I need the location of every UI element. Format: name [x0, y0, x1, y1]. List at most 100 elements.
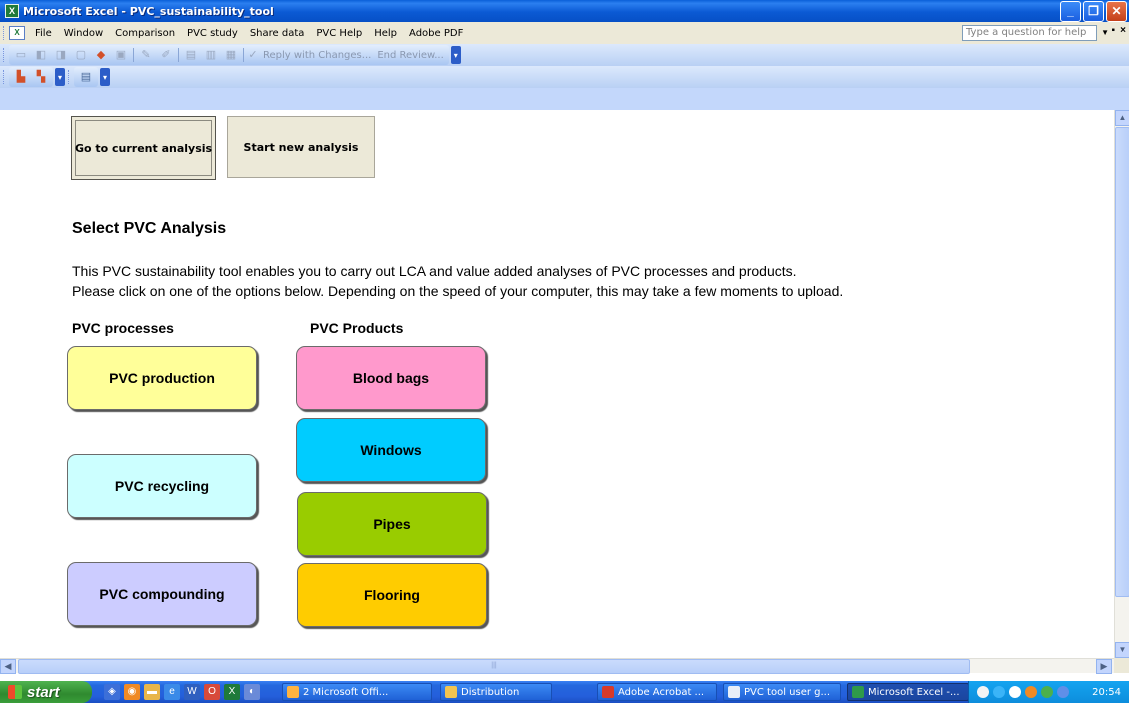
page-title: Select PVC Analysis [72, 220, 227, 237]
vertical-scroll-thumb[interactable] [1115, 127, 1129, 597]
excel-icon[interactable]: X [5, 4, 19, 18]
doc-restore-icon[interactable]: ▪ [1111, 25, 1115, 36]
internet-explorer-icon[interactable]: e [164, 684, 180, 700]
chevron-down-icon[interactable]: ▼ [1101, 28, 1109, 37]
print-icon[interactable]: ▦ [223, 47, 239, 63]
taskbar-item-distribution[interactable]: Distribution [440, 683, 552, 701]
go-to-current-analysis-button[interactable]: Go to current analysis [71, 116, 216, 180]
start-new-analysis-button[interactable]: Start new analysis [227, 116, 375, 178]
system-tray: 20:54 [968, 681, 1129, 703]
folder-icon [445, 686, 457, 698]
desktop-icon[interactable]: ◈ [104, 684, 120, 700]
security-icon[interactable] [1025, 686, 1037, 698]
firefox-icon[interactable]: ◉ [124, 684, 140, 700]
excel-quicklaunch-icon[interactable]: X [224, 684, 240, 700]
start-button[interactable]: start [0, 681, 92, 703]
grip-handle[interactable] [68, 70, 71, 84]
office-icon [287, 686, 299, 698]
window-title: Microsoft Excel - PVC_sustainability_too… [23, 4, 274, 18]
toolbar-area [0, 88, 1129, 110]
taskbar-item-office[interactable]: 2 Microsoft Offi... [282, 683, 432, 701]
windows-button[interactable]: Windows [296, 418, 486, 482]
next-comment-icon[interactable]: ◨ [53, 47, 69, 63]
scroll-right-icon[interactable]: ▶ [1096, 659, 1112, 674]
show-all-icon[interactable]: ▣ [113, 47, 129, 63]
reply-icon: ✓ [248, 49, 258, 61]
acrobat-icon [602, 686, 614, 698]
scroll-left-icon[interactable]: ◀ [0, 659, 16, 674]
horizontal-scrollbar[interactable]: ◀ ||| ▶ [0, 658, 1114, 674]
taskbar-item-acrobat[interactable]: Adobe Acrobat ... [597, 683, 717, 701]
outlook-icon[interactable]: O [204, 684, 220, 700]
menu-share-data[interactable]: Share data [244, 28, 311, 39]
close-button[interactable]: ✕ [1106, 0, 1127, 22]
show-comment-icon[interactable]: ◆ [93, 47, 109, 63]
vertical-scrollbar[interactable]: ▲ ▼ [1114, 110, 1129, 658]
grip-handle[interactable] [3, 26, 6, 40]
task-label: Distribution [461, 686, 520, 698]
pdf-email-icon[interactable]: ▚ [33, 69, 49, 85]
grip-handle[interactable] [3, 48, 6, 62]
pvc-production-button[interactable]: PVC production [67, 346, 257, 410]
minimize-button[interactable]: _ [1060, 0, 1081, 22]
network-icon[interactable] [993, 686, 1005, 698]
toolbar-group: ▭ ◧ ◨ ▢ ◆ ▣ ✎ ✐ ▤ ▥ ▦ ✓ Reply with Chang… [9, 45, 449, 65]
grip-handle[interactable] [3, 70, 6, 84]
worksheet: Go to current analysis Start new analysi… [0, 110, 1114, 658]
menu-pvc-study[interactable]: PVC study [181, 28, 244, 39]
toolbar-options-icon[interactable]: ▾ [100, 68, 110, 86]
document-icon[interactable]: X [9, 26, 25, 40]
volume-icon[interactable] [1009, 686, 1021, 698]
scroll-down-icon[interactable]: ▼ [1115, 642, 1129, 658]
pvc-recycling-button[interactable]: PVC recycling [67, 454, 257, 518]
word-doc-icon [728, 686, 740, 698]
folder-icon[interactable]: ▬ [144, 684, 160, 700]
toolbar-options-icon[interactable]: ▾ [55, 68, 65, 86]
comment-icon[interactable]: ▭ [13, 47, 29, 63]
media-icon[interactable]: ◐ [244, 684, 260, 700]
chevron-left-icon[interactable] [977, 686, 989, 698]
menu-bar: X File Window Comparison PVC study Share… [0, 22, 1129, 44]
delete-ink-icon[interactable]: ✐ [158, 47, 174, 63]
reply-with-changes-button[interactable]: Reply with Changes... [260, 50, 374, 61]
flooring-button[interactable]: Flooring [297, 563, 487, 627]
doc-close-icon[interactable]: × [1120, 25, 1126, 36]
delete-comment-icon[interactable]: ▤ [183, 47, 199, 63]
taskbar-item-pvc-tool[interactable]: PVC tool user g... [723, 683, 841, 701]
menu-window[interactable]: Window [58, 28, 109, 39]
task-label: PVC tool user g... [744, 686, 831, 698]
pvc-compounding-button[interactable]: PVC compounding [67, 562, 257, 626]
menu-pvc-help[interactable]: PVC Help [310, 28, 368, 39]
scroll-up-icon[interactable]: ▲ [1115, 110, 1129, 126]
task-label: Adobe Acrobat ... [618, 686, 705, 698]
update-icon[interactable] [1041, 686, 1053, 698]
toolbar-options-icon[interactable]: ▾ [450, 46, 461, 64]
print-preview-icon[interactable]: ▤ [78, 69, 94, 85]
display-icon[interactable] [1057, 686, 1069, 698]
menu-comparison[interactable]: Comparison [109, 28, 181, 39]
excel-icon [852, 686, 864, 698]
title-bar: X Microsoft Excel - PVC_sustainability_t… [0, 0, 1129, 22]
track-changes-icon[interactable]: ▥ [203, 47, 219, 63]
convert-to-pdf-icon[interactable]: ▙ [13, 69, 29, 85]
menu-help[interactable]: Help [368, 28, 403, 39]
processes-heading: PVC processes [72, 320, 174, 336]
blood-bags-button[interactable]: Blood bags [296, 346, 486, 410]
taskbar-item-excel[interactable]: Microsoft Excel -... [847, 683, 969, 701]
pipes-button[interactable]: Pipes [297, 492, 487, 556]
ink-icon[interactable]: ✎ [138, 47, 154, 63]
end-review-button[interactable]: End Review... [374, 50, 446, 61]
menu-adobe-pdf[interactable]: Adobe PDF [403, 28, 469, 39]
help-search-input[interactable]: Type a question for help [962, 25, 1097, 41]
menu-file[interactable]: File [29, 28, 58, 39]
horizontal-scroll-thumb[interactable]: ||| [18, 659, 970, 674]
maximize-button[interactable]: ❐ [1083, 0, 1104, 22]
edit-comment-icon[interactable]: ▢ [73, 47, 89, 63]
task-label: 2 Microsoft Offi... [303, 686, 389, 698]
word-icon[interactable]: W [184, 684, 200, 700]
clock: 20:54 [1092, 686, 1121, 698]
intro-text-line2: Please click on one of the options below… [72, 283, 844, 299]
previous-comment-icon[interactable]: ◧ [33, 47, 49, 63]
toolbar-group: ▤ [74, 67, 98, 87]
toolbar-divider [243, 48, 244, 62]
